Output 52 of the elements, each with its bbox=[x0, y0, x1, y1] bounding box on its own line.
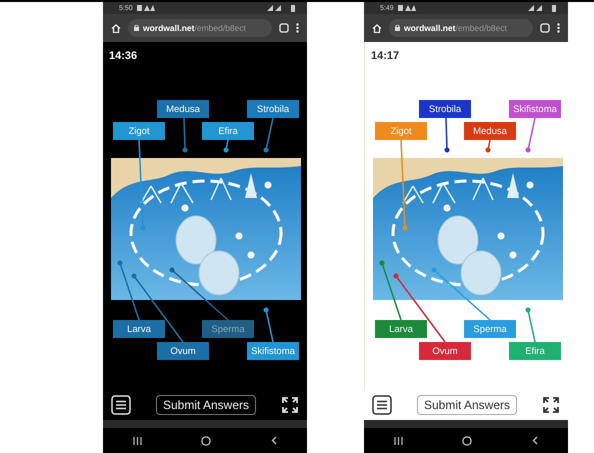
answer-label[interactable]: Sperma bbox=[464, 320, 516, 338]
answer-label[interactable]: Zigot bbox=[113, 122, 165, 140]
more-menu-icon[interactable] bbox=[296, 23, 299, 33]
answer-label[interactable]: Strobila bbox=[247, 100, 299, 118]
answer-label[interactable]: Skifistoma bbox=[247, 342, 299, 360]
more-menu-icon[interactable] bbox=[557, 23, 560, 33]
fullscreen-icon[interactable] bbox=[542, 396, 560, 414]
submit-answers-button[interactable]: Submit Answers bbox=[416, 395, 518, 415]
url-field[interactable]: wordwall.net/embed/b8ect bbox=[389, 19, 533, 37]
leader-line bbox=[432, 268, 490, 321]
tabs-icon[interactable] bbox=[540, 23, 550, 33]
answer-label[interactable]: Efira bbox=[509, 342, 561, 360]
answer-label[interactable]: Ovum bbox=[157, 342, 209, 360]
home-button-icon[interactable] bbox=[462, 436, 472, 446]
notification-icon bbox=[398, 5, 416, 11]
url-field[interactable]: wordwall.net/embed/b8ect bbox=[128, 19, 272, 37]
leader-line bbox=[526, 118, 536, 152]
answer-label[interactable]: Medusa bbox=[464, 122, 516, 140]
timer: 14:17 bbox=[370, 49, 400, 64]
home-icon[interactable] bbox=[372, 24, 382, 32]
timer: 14:36 bbox=[108, 49, 138, 64]
answer-label[interactable]: Strobila bbox=[419, 100, 471, 118]
answer-label[interactable]: Ovum bbox=[419, 342, 471, 360]
leader-line bbox=[224, 140, 229, 152]
back-icon[interactable] bbox=[532, 436, 538, 445]
battery-icon bbox=[552, 4, 556, 12]
lock-icon bbox=[134, 25, 139, 31]
answer-label[interactable]: Skifistoma bbox=[509, 100, 561, 118]
leader-line bbox=[444, 118, 450, 152]
answer-label[interactable]: Larva bbox=[375, 320, 427, 338]
leader-line bbox=[526, 308, 536, 342]
answer-label[interactable]: Efira bbox=[202, 122, 254, 140]
home-icon[interactable] bbox=[111, 24, 121, 32]
answer-label[interactable]: Zigot bbox=[375, 122, 427, 140]
answer-label[interactable]: Sperma bbox=[202, 320, 254, 338]
submit-answers-button[interactable]: Submit Answers bbox=[156, 395, 256, 415]
answer-label[interactable]: Larva bbox=[113, 320, 165, 338]
tabs-icon[interactable] bbox=[279, 23, 289, 33]
back-icon[interactable] bbox=[271, 436, 278, 445]
lock-icon bbox=[395, 25, 400, 31]
leader-line bbox=[170, 268, 228, 321]
home-button-icon[interactable] bbox=[201, 436, 212, 446]
notification-icon bbox=[136, 5, 155, 11]
recent-apps-icon[interactable] bbox=[132, 436, 142, 444]
leader-line bbox=[182, 118, 188, 152]
recent-apps-icon[interactable] bbox=[394, 436, 403, 444]
menu-icon[interactable] bbox=[372, 395, 392, 415]
answer-label[interactable]: Medusa bbox=[157, 100, 209, 118]
battery-icon bbox=[291, 4, 295, 12]
leader-line bbox=[264, 118, 274, 152]
leader-line bbox=[486, 140, 491, 152]
leader-line bbox=[264, 308, 274, 342]
